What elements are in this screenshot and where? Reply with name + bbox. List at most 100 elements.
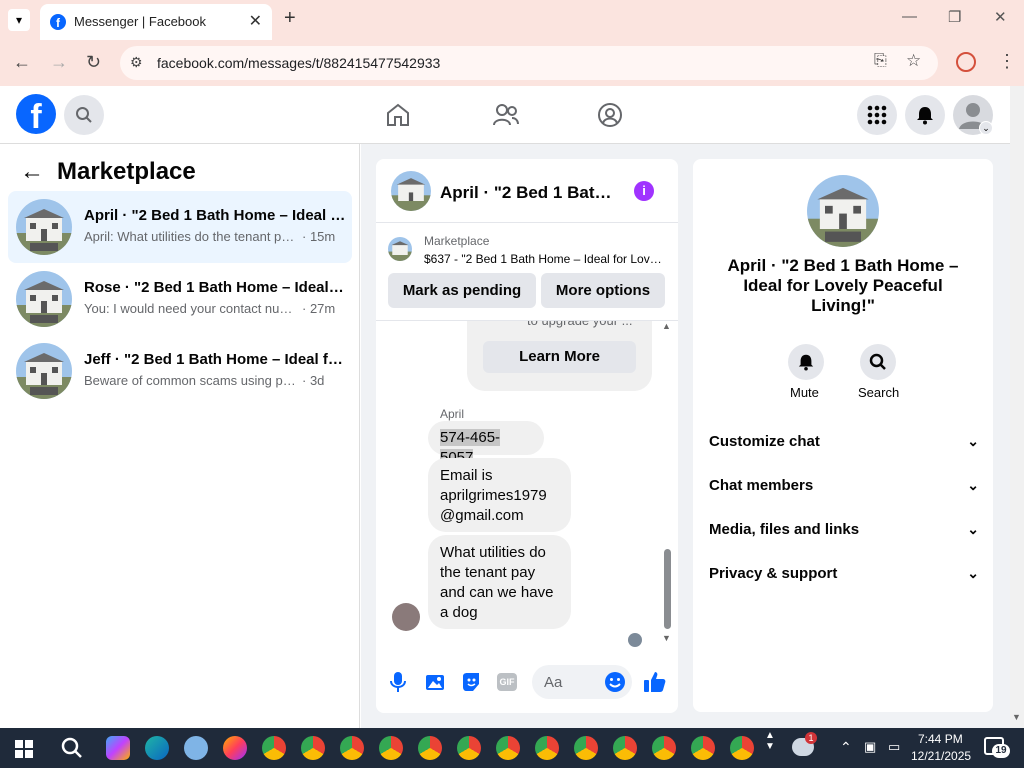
message-bubble[interactable]: What utilities do the tenant pay and can… (428, 535, 571, 629)
account-button[interactable]: ⌄ (953, 95, 993, 135)
address-toolbar: ← → ↻ ⚙ facebook.com/messages/t/88241547… (0, 40, 1024, 86)
search-button[interactable] (64, 95, 104, 135)
search-in-chat-button[interactable] (860, 344, 896, 380)
profile-icon[interactable] (956, 52, 976, 72)
profile-name: April · "2 Bed 1 Bath Home – Ideal for L… (727, 256, 959, 315)
chrome-icon[interactable] (457, 736, 481, 760)
back-arrow-icon[interactable]: ← (20, 158, 44, 186)
conversation-time: · 15m (302, 229, 336, 244)
chrome-icon[interactable] (379, 736, 403, 760)
chrome-icon[interactable] (418, 736, 442, 760)
gif-icon[interactable]: GIF (497, 673, 517, 691)
chrome-icon[interactable] (301, 736, 325, 760)
page-scrollbar[interactable]: ▼ (1010, 86, 1024, 728)
conversation-item[interactable]: Jeff · "2 Bed 1 Bath Home – Ideal for Lo… (8, 335, 352, 407)
chrome-icon[interactable] (262, 736, 286, 760)
chrome-icon[interactable] (691, 736, 715, 760)
message-bubble[interactable]: Email is aprilgrimes1979 @gmail.com (428, 458, 571, 532)
chrome-icon[interactable] (613, 736, 637, 760)
chevron-down-icon: ⌄ (967, 521, 979, 537)
bell-icon (917, 107, 933, 125)
chrome-icon[interactable] (340, 736, 364, 760)
groups-icon[interactable] (597, 102, 623, 128)
more-options-button[interactable]: More options (541, 273, 665, 308)
sticker-icon[interactable] (461, 672, 481, 692)
forward-icon[interactable]: → (50, 52, 68, 73)
chrome-icon[interactable] (730, 736, 754, 760)
weather-icon[interactable]: 1 (792, 732, 817, 756)
paint-icon[interactable] (184, 736, 208, 760)
chat-avatar[interactable] (391, 171, 431, 211)
conversation-item[interactable]: Rose · "2 Bed 1 Bath Home – Ideal for Lo… (8, 263, 352, 335)
section-label: Privacy & support (709, 565, 838, 582)
thumbs-up-icon[interactable] (643, 670, 667, 694)
conversation-preview: Beware of common scams using payment app… (84, 373, 298, 388)
message-bubble[interactable]: 574-465-5057 (428, 421, 544, 466)
menu-button[interactable] (857, 95, 897, 135)
chrome-icon[interactable] (652, 736, 676, 760)
scroll-up-icon[interactable]: ▲ (662, 321, 671, 331)
edge-icon[interactable] (145, 736, 169, 760)
listing-title[interactable]: $637 - "2 Bed 1 Bath Home – Ideal for Lo… (424, 252, 664, 266)
bookmark-star-icon[interactable]: ☆ (906, 51, 921, 71)
tab-close-icon[interactable]: ✕ (249, 11, 262, 31)
friends-icon[interactable] (492, 102, 520, 128)
show-hidden-icons-icon[interactable]: ⌃ (840, 739, 852, 756)
address-bar[interactable]: ⚙ facebook.com/messages/t/88241547754293… (120, 46, 938, 80)
facebook-logo-icon[interactable]: f (16, 94, 56, 136)
learn-more-button[interactable]: Learn More (483, 341, 636, 373)
media-files-links-section[interactable]: Media, files and links ⌄ (709, 521, 979, 551)
section-label: Customize chat (709, 433, 820, 450)
chevron-down-icon: ⌄ (967, 477, 979, 493)
restore-button[interactable]: ❐ (948, 8, 961, 26)
copilot-icon[interactable] (106, 736, 130, 760)
message-composer: GIF Aa (376, 659, 678, 713)
notifications-button[interactable] (905, 95, 945, 135)
system-message-text: to upgrade your ... (527, 321, 637, 331)
clock-time[interactable]: 7:44 PM (918, 732, 963, 746)
bell-icon (798, 354, 814, 371)
taskbar-overflow-icon[interactable]: ▲ ▼ (765, 730, 775, 752)
browser-menu-icon[interactable]: ⋮ (998, 51, 1016, 72)
minimize-button[interactable]: — (902, 8, 917, 25)
privacy-support-section[interactable]: Privacy & support ⌄ (709, 565, 979, 595)
microphone-icon[interactable] (390, 671, 406, 693)
clock-date[interactable]: 12/21/2025 (911, 749, 971, 763)
customize-chat-section[interactable]: Customize chat ⌄ (709, 433, 979, 463)
chrome-icon[interactable] (574, 736, 598, 760)
taskbar-search-icon[interactable] (61, 737, 83, 759)
window-close-button[interactable]: ✕ (994, 8, 1007, 26)
network-icon[interactable]: ▭ (888, 739, 900, 755)
mark-as-pending-button[interactable]: Mark as pending (388, 273, 536, 308)
scroll-down-icon[interactable]: ▼ (662, 633, 671, 643)
windows-taskbar: ▲ ▼ 1 ⌃ ▣ ▭ 7:44 PM 12/21/2025 19 (0, 728, 1024, 768)
chrome-icon[interactable] (535, 736, 559, 760)
system-message-card: to upgrade your ... Learn More (467, 321, 652, 391)
scroll-down-icon[interactable]: ▼ (1012, 712, 1021, 722)
chrome-icon[interactable] (496, 736, 520, 760)
browser-tab[interactable]: f Messenger | Facebook ✕ (40, 4, 272, 40)
profile-avatar[interactable] (807, 175, 879, 247)
new-tab-button[interactable]: + (284, 7, 296, 30)
photo-icon[interactable] (425, 672, 445, 692)
chat-scrollbar[interactable] (664, 549, 671, 629)
chat-members-section[interactable]: Chat members ⌄ (709, 477, 979, 507)
home-icon[interactable] (385, 102, 411, 128)
conversation-item[interactable]: April · "2 Bed 1 Bath Home – Ideal for L… (8, 191, 352, 263)
meet-icon[interactable]: ▣ (864, 739, 876, 755)
message-list[interactable]: to upgrade your ... Learn More April 574… (376, 321, 678, 651)
reload-icon[interactable]: ↻ (86, 52, 101, 73)
site-info-icon[interactable]: ⚙ (130, 54, 143, 71)
chevron-down-icon: ⌄ (967, 433, 979, 449)
tab-search-button[interactable]: ▾ (8, 9, 30, 31)
info-icon[interactable]: i (634, 181, 654, 201)
install-app-icon[interactable]: ⎘ (874, 52, 887, 70)
notification-center-icon[interactable]: 19 (984, 737, 1010, 758)
windows-start-icon[interactable] (15, 740, 33, 758)
emoji-icon[interactable] (604, 671, 626, 693)
mute-button[interactable] (788, 344, 824, 380)
back-icon[interactable]: ← (13, 52, 31, 73)
firefox-icon[interactable] (223, 736, 247, 760)
chat-area: April · "2 Bed 1 Bath Home – Ideal for L… (361, 144, 693, 728)
chat-title[interactable]: April · "2 Bed 1 Bath Home – Ideal for L… (440, 183, 618, 203)
